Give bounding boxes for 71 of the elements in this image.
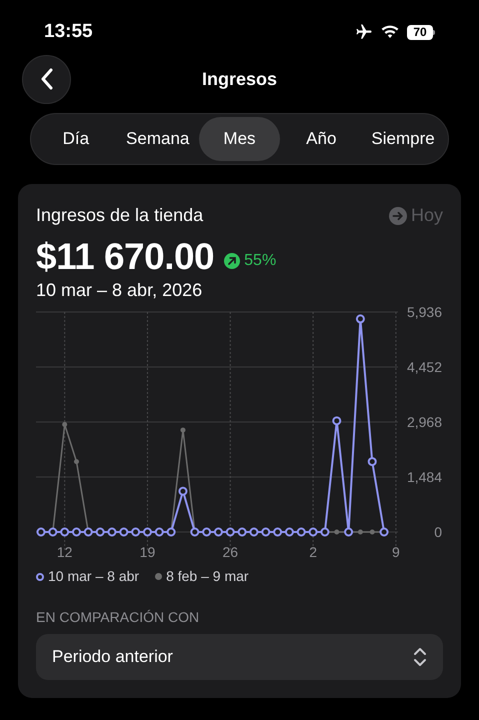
- data-point: [344, 528, 354, 536]
- data-point: [96, 528, 105, 536]
- axis-label: 0: [434, 524, 442, 540]
- date-range: 10 mar – 8 abr, 2026: [36, 279, 204, 301]
- data-point: [190, 528, 200, 536]
- data-point: [119, 528, 128, 536]
- data-point: [380, 528, 389, 536]
- data-point: [261, 528, 270, 536]
- data-point: [334, 530, 340, 534]
- total-amount: $11 670.00: [36, 235, 214, 279]
- data-point: [320, 528, 330, 536]
- data-point: [72, 528, 81, 536]
- data-point: [296, 528, 306, 536]
- data-point: [180, 428, 186, 433]
- data-point: [74, 459, 79, 464]
- data-point: [214, 528, 223, 536]
- battery-level: 70: [407, 24, 433, 40]
- axis-label: 26: [222, 544, 238, 560]
- data-point: [131, 528, 140, 536]
- data-point: [238, 528, 247, 536]
- data-point: [154, 528, 164, 536]
- axis-label: 1,484: [406, 469, 442, 485]
- legend-label: 8 feb – 9 mar: [166, 567, 249, 586]
- back-button[interactable]: [22, 54, 71, 104]
- axis-label: 19: [140, 544, 156, 560]
- wifi-icon: [381, 25, 399, 39]
- data-point: [368, 457, 377, 466]
- data-point: [62, 422, 68, 428]
- arrow-right-circle-icon: [388, 206, 407, 224]
- page-title: Ingresos: [202, 68, 278, 91]
- legend-marker: [36, 572, 44, 580]
- data-point: [273, 528, 282, 536]
- data-point: [166, 528, 176, 536]
- data-point: [249, 528, 258, 536]
- data-point: [332, 416, 342, 426]
- comparison-select[interactable]: Periodo anterior: [36, 634, 443, 680]
- data-point: [358, 530, 363, 534]
- data-point: [202, 528, 212, 536]
- data-point: [60, 528, 70, 536]
- data-point: [36, 528, 46, 536]
- chevron-up-down-icon: [413, 647, 427, 667]
- legend-marker: [155, 573, 162, 580]
- data-point: [142, 528, 152, 536]
- chevron-left-icon: [40, 68, 54, 90]
- data-point: [356, 314, 365, 324]
- section-label: EN COMPARACIÓN CON: [36, 608, 200, 627]
- axis-label: 12: [56, 544, 72, 560]
- data-point: [370, 530, 375, 534]
- data-point: [48, 528, 58, 536]
- trend-up-icon: [224, 253, 240, 269]
- data-point: [107, 528, 116, 536]
- change-percent: 55%: [244, 251, 276, 271]
- airplane-icon: [355, 23, 373, 41]
- axis-label: 9: [392, 544, 400, 560]
- axis-label: 5,936: [406, 304, 442, 320]
- data-point: [84, 528, 93, 536]
- period-tab[interactable]: Año: [280, 117, 362, 161]
- status-time: 13:55: [44, 20, 93, 44]
- axis-label: 2,968: [406, 414, 442, 430]
- data-point: [226, 528, 235, 536]
- data-point: [284, 528, 294, 536]
- period-tab[interactable]: Mes: [198, 117, 280, 161]
- axis-label: 2: [309, 544, 317, 560]
- data-point: [308, 528, 318, 536]
- axis-label: 4,452: [406, 359, 442, 375]
- period-tab[interactable]: Siempre: [362, 117, 444, 161]
- legend-label: 10 mar – 8 abr: [48, 567, 140, 586]
- period-tab[interactable]: Semana: [116, 117, 199, 161]
- card-title: Ingresos de la tienda: [36, 204, 204, 227]
- period-tab[interactable]: Día: [35, 117, 117, 161]
- data-point: [178, 486, 188, 496]
